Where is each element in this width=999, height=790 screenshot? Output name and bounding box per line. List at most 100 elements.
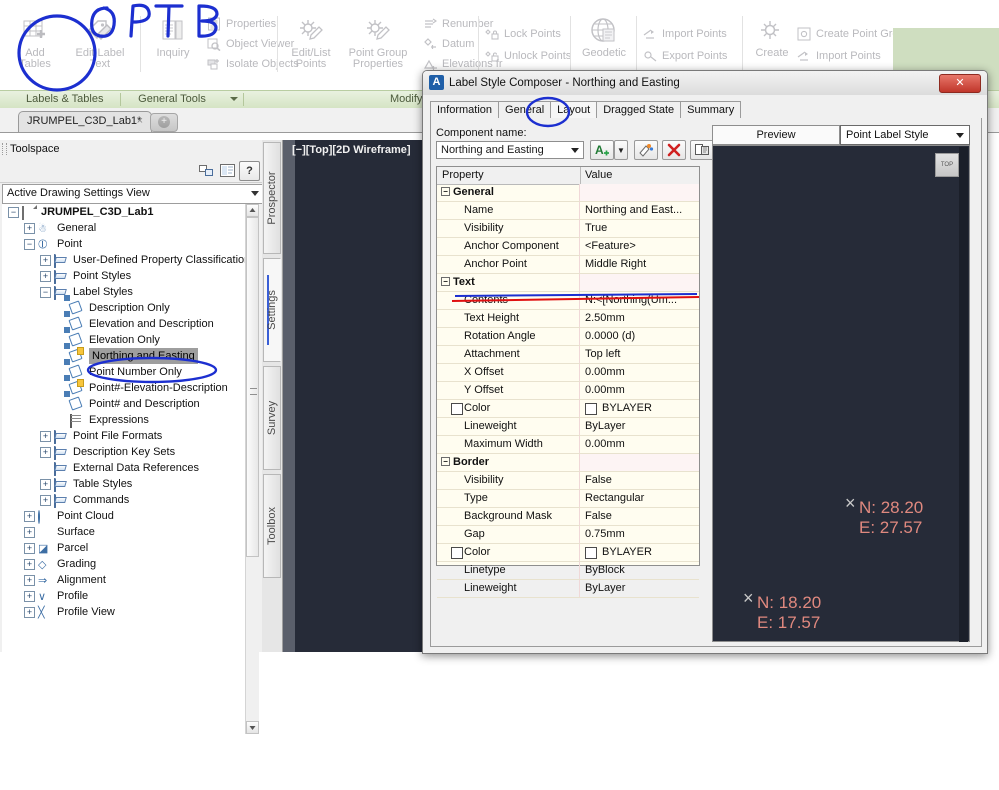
- property-value-cell[interactable]: False: [580, 472, 699, 489]
- tree-item-external-data-references[interactable]: External Data References: [2, 460, 245, 476]
- tree-item-elevation-only[interactable]: Elevation Only: [2, 332, 245, 348]
- property-row-color[interactable]: Color BYLAYER: [437, 400, 699, 418]
- delete-component-button[interactable]: [662, 140, 686, 160]
- tree-item-grading[interactable]: + ◇ Grading: [2, 556, 245, 572]
- tree-expander[interactable]: +: [40, 270, 51, 282]
- scrollbar-thumb[interactable]: [246, 217, 259, 557]
- property-value-cell[interactable]: Top left: [580, 346, 699, 363]
- lock-points-button[interactable]: Lock Points: [484, 25, 571, 44]
- property-row-x-offset[interactable]: X Offset 0.00mm: [437, 364, 699, 382]
- property-value-cell[interactable]: 0.00mm: [580, 436, 699, 453]
- component-name-combo[interactable]: Northing and Easting: [436, 141, 584, 159]
- tree-item-description-key-sets[interactable]: + Description Key Sets: [2, 444, 245, 460]
- tree-item-point-styles[interactable]: + Point Styles: [2, 268, 245, 284]
- property-value-cell[interactable]: Rectangular: [580, 490, 699, 507]
- property-row-y-offset[interactable]: Y Offset 0.00mm: [437, 382, 699, 400]
- property-row-lineweight[interactable]: Lineweight ByLayer: [437, 418, 699, 436]
- tree-item-general[interactable]: + ☃ General: [2, 220, 245, 236]
- property-value-cell[interactable]: [580, 274, 699, 291]
- tab-layout[interactable]: Layout: [550, 101, 598, 119]
- property-value-cell[interactable]: 0.75mm: [580, 526, 699, 543]
- tree-item-northing-and-easting[interactable]: Northing and Easting: [2, 347, 245, 364]
- tree-expander[interactable]: −: [40, 286, 51, 298]
- property-value-cell[interactable]: BYLAYER: [580, 400, 699, 417]
- tree-item-point-file-formats[interactable]: + Point File Formats: [2, 428, 245, 444]
- category-expander[interactable]: −: [441, 187, 450, 196]
- tree-expander[interactable]: +: [40, 446, 51, 458]
- tree-expander[interactable]: +: [24, 222, 35, 234]
- tree-item-point[interactable]: − ⦶ Point: [2, 236, 245, 252]
- vertical-tab-toolbox[interactable]: Toolbox: [263, 474, 281, 578]
- property-row-linetype[interactable]: Linetype ByBlock: [437, 562, 699, 580]
- property-row-background-mask[interactable]: Background Mask False: [437, 508, 699, 526]
- point-group-properties-button[interactable]: Point Group Properties: [340, 14, 416, 73]
- tree-item-point-elevation-description[interactable]: Point#-Elevation-Description: [2, 379, 245, 396]
- property-value-cell[interactable]: <Feature>: [580, 238, 699, 255]
- property-row-attachment[interactable]: Attachment Top left: [437, 346, 699, 364]
- tree-item-profile[interactable]: + ∨ Profile: [2, 588, 245, 604]
- view-selector-combo[interactable]: Active Drawing Settings View: [2, 184, 264, 204]
- tree-item-description-only[interactable]: Description Only: [2, 300, 245, 316]
- property-value-cell[interactable]: N:<[Northing(Um...: [580, 292, 699, 309]
- property-value-cell[interactable]: Middle Right: [580, 256, 699, 273]
- vertical-tab-settings[interactable]: Settings: [263, 258, 281, 362]
- tree-scrollbar[interactable]: [245, 204, 259, 734]
- category-expander[interactable]: −: [441, 277, 450, 286]
- file-tab-jrumpel[interactable]: JRUMPEL_C3D_Lab1* ×: [18, 111, 152, 132]
- inquiry-button[interactable]: Inquiry: [146, 14, 200, 73]
- preview-scrollbar[interactable]: [959, 147, 968, 642]
- preview-style-combo[interactable]: Point Label Style: [840, 125, 970, 145]
- property-category-border[interactable]: − Border: [437, 454, 699, 472]
- create-text-dropdown-button[interactable]: ▼: [614, 140, 628, 160]
- create-text-component-button[interactable]: A: [590, 140, 614, 160]
- property-row-rotation-angle[interactable]: Rotation Angle 0.0000 (d): [437, 328, 699, 346]
- tab-summary[interactable]: Summary: [680, 101, 742, 119]
- property-value-cell[interactable]: BYLAYER: [580, 544, 699, 561]
- property-value-cell[interactable]: ByLayer: [580, 418, 699, 435]
- close-icon[interactable]: ✕: [939, 74, 981, 93]
- edit-label-text-button[interactable]: Edit Label Text: [66, 14, 134, 70]
- property-category-text[interactable]: − Text: [437, 274, 699, 292]
- tree-expander[interactable]: −: [8, 206, 19, 218]
- tree-expander[interactable]: +: [24, 510, 35, 522]
- tree-item-table-styles[interactable]: + Table Styles: [2, 476, 245, 492]
- tree-expander[interactable]: +: [24, 526, 35, 538]
- tree-item-label-styles[interactable]: − Label Styles: [2, 284, 245, 300]
- component-draw-order-button[interactable]: [690, 140, 714, 160]
- tree-item-point-and-description[interactable]: Point# and Description: [2, 396, 245, 412]
- property-row-visibility[interactable]: Visibility False: [437, 472, 699, 490]
- property-row-maximum-width[interactable]: Maximum Width 0.00mm: [437, 436, 699, 454]
- properties-icon[interactable]: [218, 161, 237, 179]
- chevron-down-icon[interactable]: [230, 97, 238, 101]
- vertical-tab-prospector[interactable]: Prospector: [263, 142, 281, 254]
- view-cube-top-button[interactable]: TOP: [935, 153, 959, 177]
- tree-item-parcel[interactable]: + ◪ Parcel: [2, 540, 245, 556]
- edit-list-points-button[interactable]: Edit/List Points: [282, 14, 340, 73]
- preview-area[interactable]: TOP × N: 28.20 E: 27.57 × N: 18.20 E: 17…: [712, 145, 970, 642]
- property-row-gap[interactable]: Gap 0.75mm: [437, 526, 699, 544]
- preview-tab[interactable]: Preview: [712, 125, 840, 145]
- tab-dragged-state[interactable]: Dragged State: [596, 101, 682, 119]
- property-row-color[interactable]: Color BYLAYER: [437, 544, 699, 562]
- tree-expander[interactable]: +: [40, 430, 51, 442]
- tree-expander[interactable]: +: [40, 254, 51, 266]
- tree-item-profile-view[interactable]: + ╳ Profile View: [2, 604, 245, 620]
- tree-expander[interactable]: +: [24, 542, 35, 554]
- tab-information[interactable]: Information: [430, 101, 500, 119]
- property-value-cell[interactable]: [580, 454, 699, 471]
- property-value-cell[interactable]: [580, 184, 699, 201]
- tree-item-point-number-only[interactable]: Point Number Only: [2, 364, 245, 380]
- unlock-points-button[interactable]: Unlock Points: [484, 47, 571, 66]
- property-value-cell[interactable]: Northing and East...: [580, 202, 699, 219]
- property-category-general[interactable]: − General: [437, 184, 699, 202]
- close-icon[interactable]: ×: [137, 112, 143, 131]
- tab-general[interactable]: General: [498, 101, 552, 119]
- property-value-cell[interactable]: 0.00mm: [580, 364, 699, 381]
- property-value-cell[interactable]: ByLayer: [580, 580, 699, 597]
- create-button[interactable]: Create: [748, 14, 796, 76]
- property-row-name[interactable]: Name Northing and East...: [437, 202, 699, 220]
- property-row-type[interactable]: Type Rectangular: [437, 490, 699, 508]
- tree-item-expressions[interactable]: Expressions: [2, 412, 245, 428]
- property-value-cell[interactable]: ByBlock: [580, 562, 699, 579]
- tree-expander[interactable]: +: [24, 590, 35, 602]
